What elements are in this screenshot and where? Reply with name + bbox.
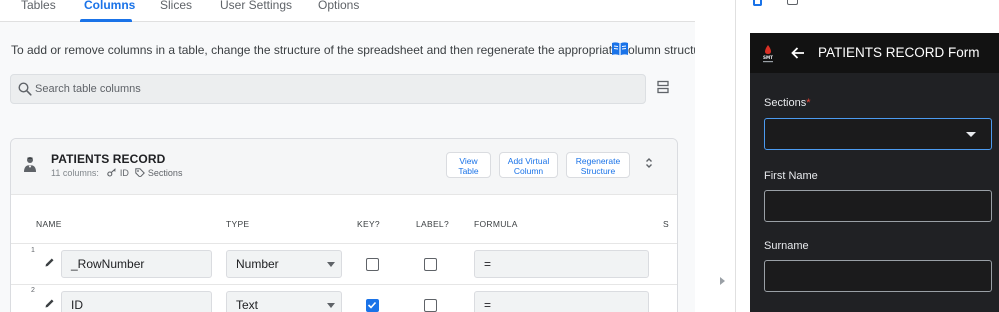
table-name: PATIENTS RECORD — [51, 152, 166, 166]
row-divider — [11, 243, 677, 244]
column-name-field[interactable]: _RowNumber — [61, 250, 212, 278]
logo-text: SMT — [763, 55, 773, 60]
header-show: S — [663, 219, 669, 229]
sections-label-text: Sections — [764, 97, 807, 109]
intro-text: To add or remove columns in a table, cha… — [11, 43, 711, 57]
list-view-icon[interactable] — [657, 80, 669, 94]
label-checkbox[interactable] — [424, 299, 437, 312]
edit-pencil-icon[interactable] — [44, 298, 55, 309]
back-arrow-icon[interactable] — [790, 45, 806, 61]
label-column-name: Sections — [147, 168, 183, 178]
tab-tables[interactable]: Tables — [21, 0, 56, 14]
sections-label: Sections* — [764, 97, 810, 109]
tab-bar: Tables Columns Slices User Settings Opti… — [0, 0, 695, 22]
first-name-label: First Name — [764, 170, 818, 182]
dropdown-arrow-icon — [327, 262, 335, 267]
header-formula: FORMULA — [474, 219, 518, 229]
expand-panel-arrow-icon[interactable] — [720, 277, 725, 285]
header-name: NAME — [36, 219, 62, 229]
columns-count: 11 columns: — [51, 168, 99, 178]
tablet-preview-icon[interactable] — [787, 0, 798, 5]
table-card-header: PATIENTS RECORD 11 columns: ID Sections — [11, 139, 677, 195]
checkmark-icon — [367, 301, 377, 309]
key-checkbox[interactable] — [366, 299, 379, 312]
dropdown-arrow-icon — [327, 303, 335, 308]
expand-collapse-icon[interactable] — [644, 157, 654, 169]
panel-divider — [695, 0, 735, 312]
tab-slices[interactable]: Slices — [160, 0, 192, 14]
key-checkbox[interactable] — [366, 258, 379, 271]
mobile-preview-icon[interactable] — [753, 0, 762, 6]
view-table-button[interactable]: View Table — [446, 152, 491, 178]
book-icon[interactable] — [611, 41, 629, 57]
row-number: 1 — [31, 247, 35, 254]
sections-dropdown[interactable] — [764, 118, 992, 150]
search-icon — [18, 82, 32, 96]
key-icon — [107, 168, 117, 177]
key-column-name: ID — [119, 168, 129, 178]
edit-pencil-icon[interactable] — [44, 257, 55, 268]
doctor-icon — [24, 157, 36, 172]
formula-field[interactable]: = — [474, 250, 649, 278]
active-tab-indicator — [80, 19, 132, 22]
surname-input[interactable] — [764, 260, 992, 292]
header-type: TYPE — [226, 219, 250, 229]
app-logo-icon: SMT — [763, 45, 773, 63]
app-header-bar: SMT PATIENTS RECORD Form — [750, 33, 999, 73]
app-root: Tables Columns Slices User Settings Opti… — [0, 0, 999, 312]
formula-field[interactable]: = — [474, 291, 649, 312]
column-type-select[interactable]: Number — [226, 250, 342, 278]
regenerate-structure-button[interactable]: Regenerate Structure — [566, 152, 630, 178]
row-divider — [11, 284, 677, 285]
tab-user-settings[interactable]: User Settings — [220, 0, 292, 14]
dropdown-arrow-icon — [966, 132, 976, 137]
search-box — [10, 74, 646, 104]
required-marker: * — [806, 97, 811, 109]
row-number: 2 — [31, 287, 35, 294]
search-input[interactable] — [35, 75, 635, 103]
first-name-input[interactable] — [764, 190, 992, 222]
surname-label: Surname — [764, 240, 809, 252]
form-title: PATIENTS RECORD Form — [818, 45, 980, 60]
table-meta: 11 columns: ID Sections — [51, 168, 182, 178]
tab-options[interactable]: Options — [318, 0, 359, 14]
header-label: LABEL? — [416, 219, 449, 229]
table-card: PATIENTS RECORD 11 columns: ID Sections — [10, 138, 678, 312]
view-table-label: View Table — [458, 156, 479, 176]
column-type-value: Text — [236, 298, 259, 312]
column-name-field[interactable]: ID — [61, 291, 212, 312]
add-virtual-column-label: Add Virtual Column — [507, 156, 550, 176]
add-virtual-column-button[interactable]: Add Virtual Column — [499, 152, 558, 178]
column-type-select[interactable]: Text — [226, 291, 342, 312]
column-type-value: Number — [236, 257, 279, 271]
label-tag-icon — [135, 168, 146, 178]
phone-preview: SMT PATIENTS RECORD Form Sections* First… — [750, 33, 999, 312]
label-checkbox[interactable] — [424, 258, 437, 271]
columns-editor: Tables Columns Slices User Settings Opti… — [0, 0, 711, 312]
tab-columns[interactable]: Columns — [84, 0, 135, 14]
regenerate-structure-label: Regenerate Structure — [575, 156, 621, 176]
header-key: KEY? — [357, 219, 380, 229]
